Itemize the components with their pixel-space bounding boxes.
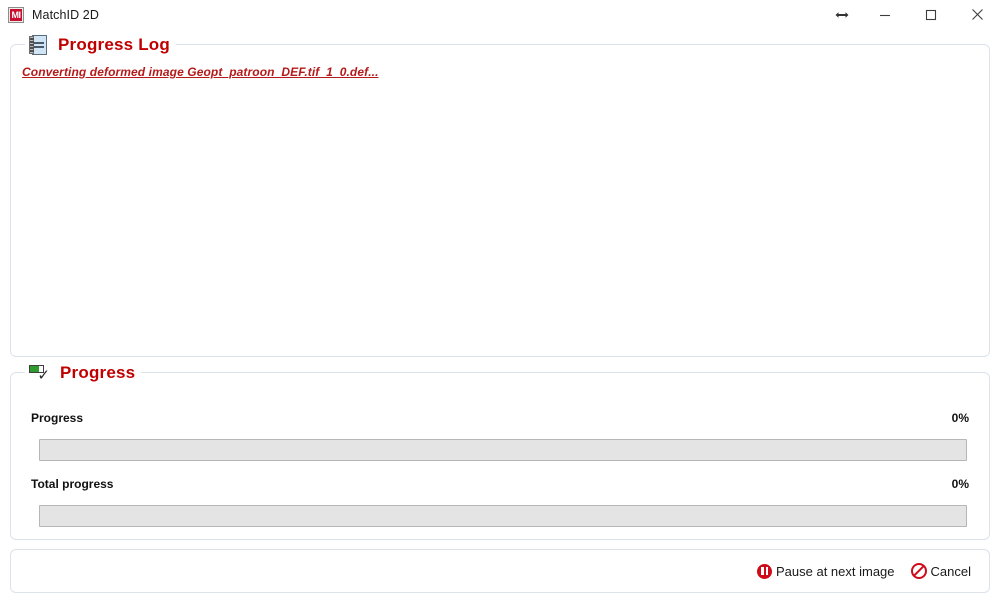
pause-button-label: Pause at next image	[776, 563, 895, 579]
window-controls	[822, 0, 1000, 29]
maximize-button[interactable]	[908, 0, 954, 29]
progress-label: Progress	[31, 411, 84, 425]
pause-icon	[757, 563, 772, 579]
total-progress-bar	[39, 505, 967, 527]
cancel-button[interactable]: Cancel	[910, 563, 971, 579]
progress-log-panel: Progress Log Converting deformed image G…	[10, 31, 990, 357]
minimize-button[interactable]	[862, 0, 908, 29]
close-button[interactable]	[954, 0, 1000, 29]
total-progress-label: Total progress	[31, 477, 114, 491]
notepad-icon	[29, 35, 47, 55]
progress-panel: ✓ Progress Progress 0% Total progress 0%	[10, 359, 990, 540]
cancel-button-label: Cancel	[930, 563, 971, 579]
footer-buttons: Pause at next image Cancel	[757, 550, 971, 592]
footer-panel: Pause at next image Cancel	[10, 549, 990, 593]
progress-title: Progress	[60, 363, 136, 382]
progress-header: ✓ Progress	[25, 359, 142, 387]
resize-horizontal-icon[interactable]	[822, 0, 862, 29]
log-line: Converting deformed image Geopt_patroon_…	[22, 65, 379, 79]
total-progress-row-labels: Total progress 0%	[31, 477, 969, 491]
progress-bar	[39, 439, 967, 461]
window-title-bar: MI MatchID 2D	[0, 0, 1000, 29]
progress-log-output[interactable]: Converting deformed image Geopt_patroon_…	[12, 59, 988, 355]
matchid-logo-icon: MI	[8, 6, 24, 23]
progress-check-icon: ✓	[29, 364, 50, 383]
progress-log-title: Progress Log	[58, 35, 170, 54]
window-title: MatchID 2D	[32, 7, 99, 22]
progress-percent: 0%	[951, 411, 969, 425]
cancel-icon	[910, 563, 927, 579]
progress-row-labels: Progress 0%	[31, 411, 969, 425]
total-progress-percent: 0%	[951, 477, 969, 491]
pause-at-next-image-button[interactable]: Pause at next image	[757, 563, 895, 579]
progress-log-header: Progress Log	[25, 31, 176, 59]
app-icon-text: MI	[10, 8, 22, 21]
